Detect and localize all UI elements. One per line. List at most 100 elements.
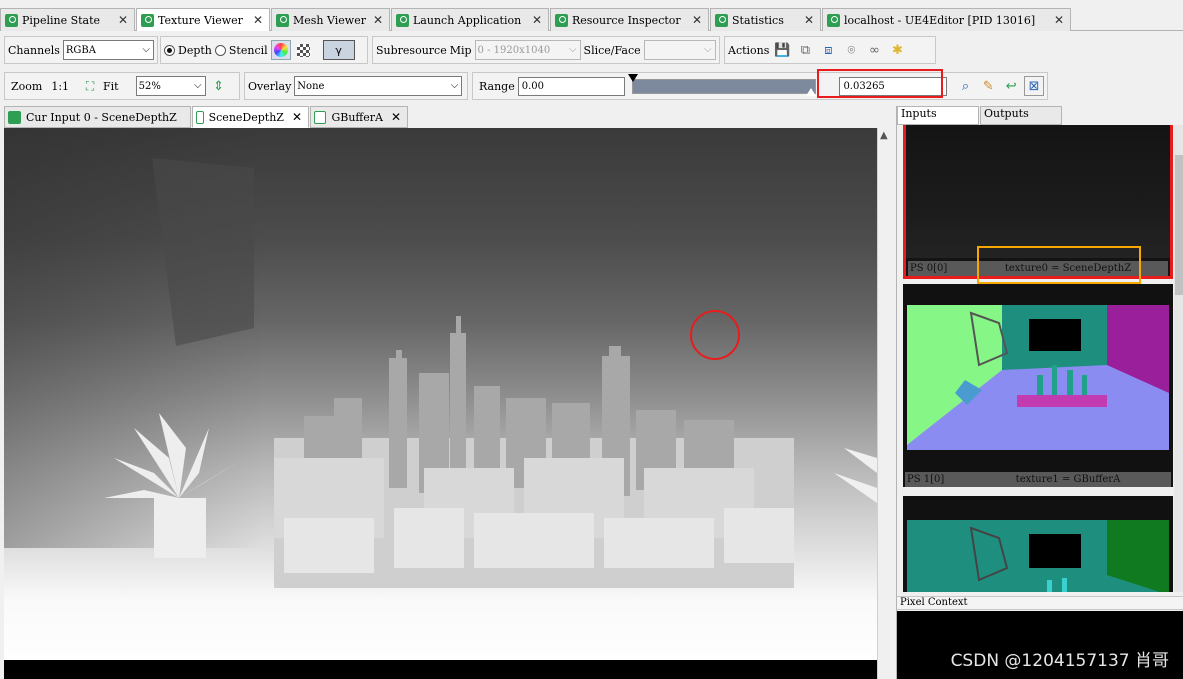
chevron-down-icon: ⌵ [194,80,202,91]
depth-scene-image [104,158,877,588]
channels-select[interactable]: RGBA ⌵ [62,40,154,60]
chevron-down-icon: ⌵ [450,80,459,91]
gamma-toggle-button[interactable]: γ [322,40,355,60]
chevron-down-icon: ⌵ [704,44,712,55]
histogram-icon[interactable]: ⊠ [1024,76,1044,96]
stencil-radio[interactable] [214,44,226,56]
texture-tabs: Cur Input 0 - SceneDepthZ SceneDepthZ ✕ … [4,106,409,128]
range-min-input[interactable]: 0.00 [517,76,625,96]
texture-icon [8,110,21,124]
tab-label: Launch Application [413,13,522,27]
thumbnail-third[interactable] [903,496,1173,592]
pipeline-state-icon [5,13,18,27]
open-in-editor-icon[interactable]: ⧈ [818,40,838,60]
auto-fit-wand-icon[interactable]: ✎ [978,76,998,96]
zoom-range-icon[interactable]: ⌕ [956,76,976,96]
doc-tab-gbuffera[interactable]: GBufferA ✕ [310,106,408,128]
thumbnail-scenedepthz[interactable]: PS 0[0] texture0 = SceneDepthZ [903,125,1173,279]
close-icon[interactable]: ✕ [373,13,383,27]
tab-localhost-connection[interactable]: localhost - UE4Editor [PID 13016] ✕ [822,8,1071,31]
tab-label: Mesh Viewer [293,13,366,27]
tab-pipeline-state[interactable]: Pipeline State ✕ [0,8,135,31]
mip-select-value: 0 - 1920x1040 [477,44,551,56]
reset-range-icon[interactable]: ↩ [1001,76,1021,96]
doc-tab-cur-input[interactable]: Cur Input 0 - SceneDepthZ [4,106,191,128]
launch-application-icon [396,13,409,27]
tab-statistics[interactable]: Statistics ✕ [710,8,821,31]
range-min-handle[interactable] [627,74,638,82]
watermark-text: CSDN @1204157137 肖哥 [950,651,1169,671]
copy-icon[interactable]: ⧉ [795,40,815,60]
viewport-scrollbar[interactable]: ▲ [877,128,891,679]
overlay-group: Overlay None ⌵ [244,72,468,100]
slice-face-select[interactable]: ⌵ [643,40,716,60]
actions-label: Actions [728,43,770,57]
close-icon[interactable]: ✕ [692,13,702,27]
thumbnail-name: texture0 = SceneDepthZ [1004,263,1132,274]
close-icon[interactable]: ✕ [292,110,302,124]
overlay-select[interactable]: None ⌵ [294,76,463,96]
chevron-down-icon: ⌵ [142,44,150,55]
scrollbar-thumb[interactable] [1175,155,1183,295]
zoom-ratio-button[interactable]: 1:1 [51,80,69,93]
range-histogram-slider[interactable] [627,74,816,96]
tab-texture-viewer[interactable]: Texture Viewer ✕ [136,8,270,31]
thumbnail-slot: PS 0[0] [910,263,948,274]
tab-resource-inspector[interactable]: Resource Inspector ✕ [550,8,709,31]
range-max-handle[interactable] [805,88,816,96]
channels-toolbar: Channels RGBA ⌵ Depth Stencil γ Subresou… [0,34,1183,64]
checkerboard-icon[interactable] [294,40,314,60]
doc-tab-label: GBufferA [331,110,383,124]
binoculars-icon[interactable]: ⌾ [841,40,861,60]
color-wheel-icon[interactable] [270,40,291,60]
link-icon[interactable]: ∞ [864,40,884,60]
texture-viewport[interactable] [4,128,877,679]
connection-icon [827,13,840,27]
range-max-input[interactable]: 0.03265 [839,76,947,96]
close-icon[interactable]: ✕ [391,110,401,124]
thumbnail-slot: PS 1[0] [907,474,945,485]
tab-outputs[interactable]: Outputs [980,106,1062,125]
thumbnail-image [907,520,1169,592]
fit-button[interactable]: Fit [103,80,119,93]
tab-launch-application[interactable]: Launch Application ✕ [391,8,549,31]
chevron-down-icon: ⌵ [568,44,577,55]
zoom-select[interactable]: 52% ⌵ [135,76,206,96]
scroll-up-icon[interactable]: ▲ [880,130,888,141]
actions-group: Actions 💾 ⧉ ⧈ ⌾ ∞ ✱ [724,36,936,64]
doc-tab-label: SceneDepthZ [208,110,284,124]
range-label: Range [479,79,515,93]
thumbnail-scrollbar[interactable] [1174,125,1183,592]
tab-label: Outputs [984,107,1029,120]
flip-vertical-icon[interactable]: ⇕ [209,76,229,96]
channels-label: Channels [8,43,60,57]
mesh-viewer-icon [276,13,289,27]
thumbnail-image [907,305,1169,450]
thumbnail-name: texture1 = GBufferA [1015,474,1121,485]
close-icon[interactable]: ✕ [532,13,542,27]
thumbnail-image [906,125,1170,258]
close-icon[interactable]: ✕ [118,13,128,27]
mip-select[interactable]: 0 - 1920x1040 ⌵ [474,40,581,60]
doc-tab-scenedepthz[interactable]: SceneDepthZ ✕ [192,106,309,128]
depth-radio[interactable] [164,44,175,56]
close-icon[interactable]: ✕ [253,13,263,27]
thumbnail-panel: Inputs Outputs PS 0[0] texture0 = SceneD… [896,106,1183,679]
overlay-select-value: None [297,80,325,92]
tab-label: localhost - UE4Editor [PID 13016] [844,13,1036,27]
close-icon[interactable]: ✕ [804,13,814,27]
zoom-range-toolbar: Zoom 1:1 ⛶ Fit 52% ⌵ ⇕ Overlay None ⌵ Ra… [0,69,1183,100]
overlay-label: Overlay [248,79,292,93]
close-icon[interactable]: ✕ [1054,13,1064,27]
io-tabs: Inputs Outputs [897,106,1063,125]
save-icon[interactable]: 💾 [772,40,792,60]
tab-mesh-viewer[interactable]: Mesh Viewer ✕ [271,8,390,31]
tab-inputs[interactable]: Inputs [897,106,979,125]
puzzle-icon[interactable]: ✱ [887,40,907,60]
fit-icon[interactable]: ⛶ [80,76,100,96]
depth-stencil-group: Depth Stencil γ [160,36,368,64]
texture-viewer-icon [141,13,154,27]
thumbnail-gbuffera[interactable]: PS 1[0] texture1 = GBufferA [903,284,1173,487]
main-tab-bar: Pipeline State ✕ Texture Viewer ✕ Mesh V… [0,8,1183,31]
depth-label: Depth [178,43,212,57]
